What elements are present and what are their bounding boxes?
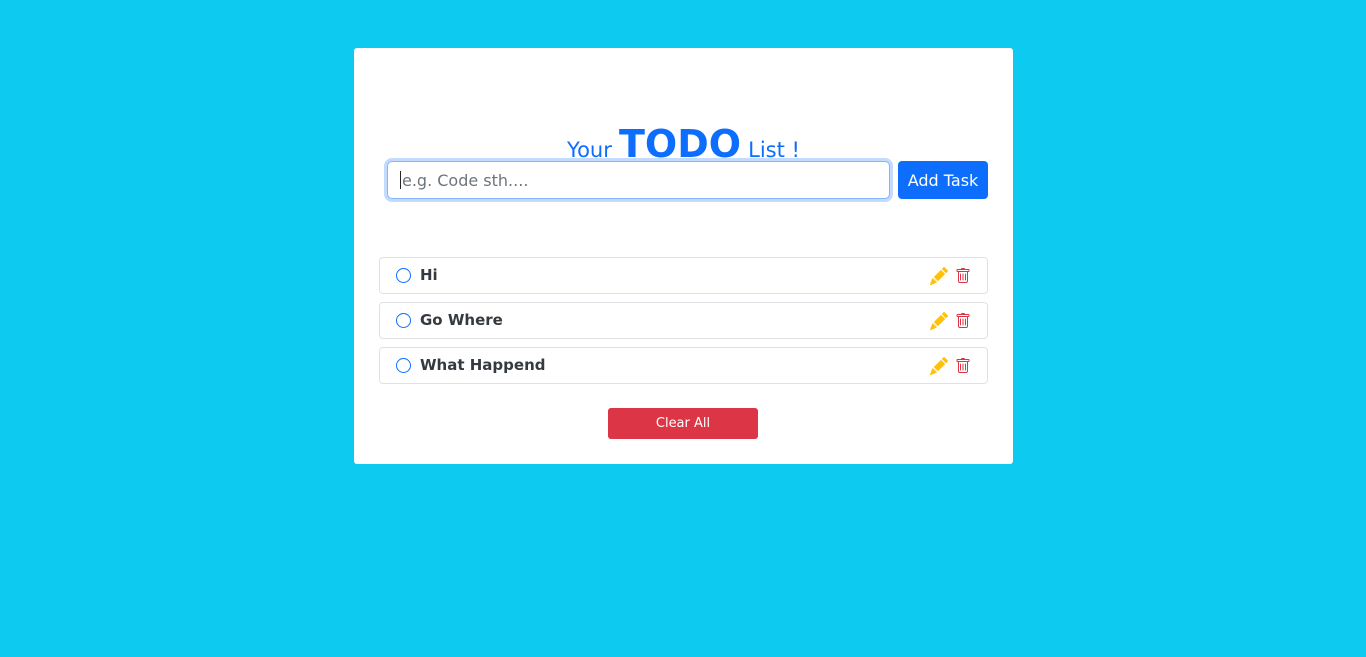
trash-icon[interactable] bbox=[955, 267, 971, 285]
clear-all-button[interactable]: Clear All bbox=[608, 408, 758, 439]
trash-icon[interactable] bbox=[955, 357, 971, 375]
task-input[interactable]: e.g. Code sth.... bbox=[387, 161, 890, 199]
circle-icon[interactable] bbox=[396, 358, 411, 373]
task-label: Go Where bbox=[420, 311, 503, 329]
circle-icon[interactable] bbox=[396, 268, 411, 283]
task-label: What Happend bbox=[420, 356, 546, 374]
title-prefix: Your bbox=[567, 138, 612, 162]
add-task-button[interactable]: Add Task bbox=[898, 161, 988, 199]
pencil-icon[interactable] bbox=[930, 267, 948, 285]
trash-icon[interactable] bbox=[955, 312, 971, 330]
todo-card: Your TODO List ! e.g. Code sth.... Add T… bbox=[354, 48, 1013, 464]
task-item: Go Where bbox=[379, 302, 988, 339]
pencil-icon[interactable] bbox=[930, 357, 948, 375]
text-caret bbox=[400, 171, 401, 189]
task-input-placeholder: e.g. Code sth.... bbox=[402, 170, 529, 190]
task-item: Hi bbox=[379, 257, 988, 294]
task-label: Hi bbox=[420, 266, 438, 284]
title-main: TODO bbox=[618, 122, 742, 166]
title-suffix: List ! bbox=[748, 138, 800, 162]
page-title: Your TODO List ! bbox=[354, 122, 1013, 166]
pencil-icon[interactable] bbox=[930, 312, 948, 330]
task-item: What Happend bbox=[379, 347, 988, 384]
circle-icon[interactable] bbox=[396, 313, 411, 328]
